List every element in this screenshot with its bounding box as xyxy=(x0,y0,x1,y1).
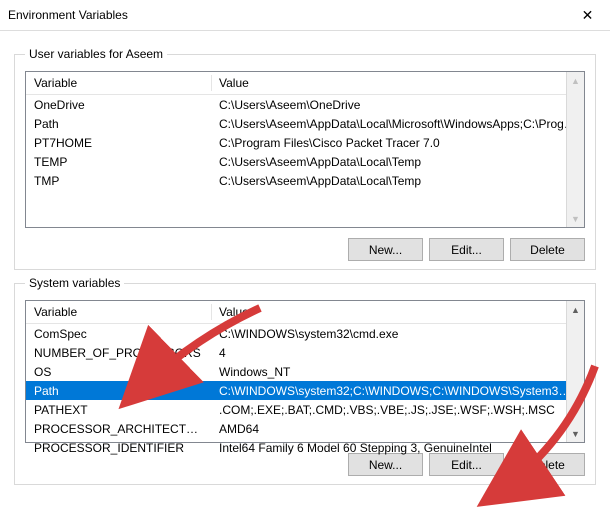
column-header-variable[interactable]: Variable xyxy=(26,72,211,95)
user-variables-listview[interactable]: Variable Value OneDriveC:\Users\Aseem\On… xyxy=(25,71,585,228)
scroll-down-icon: ▼ xyxy=(567,425,584,442)
table-row[interactable]: PATHEXT.COM;.EXE;.BAT;.CMD;.VBS;.VBE;.JS… xyxy=(26,400,584,419)
variable-value: Windows_NT xyxy=(211,362,584,381)
dialog-client: User variables for Aseem Variable Value … xyxy=(0,31,610,499)
table-row[interactable]: OSWindows_NT xyxy=(26,362,584,381)
table-header-row: Variable Value xyxy=(26,301,584,324)
close-button[interactable]: ✕ xyxy=(565,0,610,30)
variable-name: PT7HOME xyxy=(26,133,211,152)
user-edit-button[interactable]: Edit... xyxy=(429,238,504,261)
table-header-row: Variable Value xyxy=(26,72,584,95)
table-row[interactable]: TEMPC:\Users\Aseem\AppData\Local\Temp xyxy=(26,152,584,171)
variable-name: TMP xyxy=(26,171,211,190)
column-header-value[interactable]: Value xyxy=(211,72,584,95)
system-variables-listview[interactable]: Variable Value ComSpecC:\WINDOWS\system3… xyxy=(25,300,585,443)
variable-name: PROCESSOR_IDENTIFIER xyxy=(26,438,211,457)
variable-value: AMD64 xyxy=(211,419,584,438)
variable-name: OS xyxy=(26,362,211,381)
table-row[interactable]: PROCESSOR_IDENTIFIERIntel64 Family 6 Mod… xyxy=(26,438,584,457)
scrollbar[interactable]: ▲ ▼ xyxy=(566,301,584,442)
variable-name: ComSpec xyxy=(26,324,211,344)
user-variables-group: User variables for Aseem Variable Value … xyxy=(14,47,596,270)
variable-name: PATHEXT xyxy=(26,400,211,419)
variable-value: .COM;.EXE;.BAT;.CMD;.VBS;.VBE;.JS;.JSE;.… xyxy=(211,400,584,419)
column-header-variable[interactable]: Variable xyxy=(26,301,211,324)
table-row[interactable]: PT7HOMEC:\Program Files\Cisco Packet Tra… xyxy=(26,133,584,152)
variable-value: C:\WINDOWS\system32\cmd.exe xyxy=(211,324,584,344)
variable-value: C:\Users\Aseem\AppData\Local\Temp xyxy=(211,171,584,190)
user-variables-legend: User variables for Aseem xyxy=(25,47,167,61)
system-variables-group: System variables Variable Value ComSpecC… xyxy=(14,276,596,485)
table-row[interactable]: PathC:\WINDOWS\system32;C:\WINDOWS;C:\WI… xyxy=(26,381,584,400)
table-row[interactable]: NUMBER_OF_PROCESSORS4 xyxy=(26,343,584,362)
column-header-value[interactable]: Value xyxy=(211,301,584,324)
table-row[interactable]: OneDriveC:\Users\Aseem\OneDrive xyxy=(26,95,584,115)
scroll-down-icon: ▼ xyxy=(567,210,584,227)
variable-value: C:\Users\Aseem\AppData\Local\Microsoft\W… xyxy=(211,114,584,133)
scroll-up-icon: ▲ xyxy=(567,72,584,89)
table-row[interactable]: PathC:\Users\Aseem\AppData\Local\Microso… xyxy=(26,114,584,133)
window-title: Environment Variables xyxy=(8,8,565,22)
title-bar: Environment Variables ✕ xyxy=(0,0,610,31)
variable-value: C:\Users\Aseem\OneDrive xyxy=(211,95,584,115)
variable-value: 4 xyxy=(211,343,584,362)
user-buttons-row: New... Edit... Delete xyxy=(25,238,585,261)
variable-name: Path xyxy=(26,114,211,133)
table-row[interactable]: TMPC:\Users\Aseem\AppData\Local\Temp xyxy=(26,171,584,190)
table-row[interactable]: PROCESSOR_ARCHITECTUREAMD64 xyxy=(26,419,584,438)
variable-value: C:\Users\Aseem\AppData\Local\Temp xyxy=(211,152,584,171)
variable-value: C:\Program Files\Cisco Packet Tracer 7.0 xyxy=(211,133,584,152)
table-row[interactable]: ComSpecC:\WINDOWS\system32\cmd.exe xyxy=(26,324,584,344)
variable-name: PROCESSOR_ARCHITECTURE xyxy=(26,419,211,438)
system-variables-legend: System variables xyxy=(25,276,124,290)
scroll-up-icon: ▲ xyxy=(567,301,584,318)
scrollbar[interactable]: ▲ ▼ xyxy=(566,72,584,227)
variable-value: C:\WINDOWS\system32;C:\WINDOWS;C:\WINDOW… xyxy=(211,381,584,400)
variable-name: TEMP xyxy=(26,152,211,171)
variable-value: Intel64 Family 6 Model 60 Stepping 3, Ge… xyxy=(211,438,584,457)
user-delete-button[interactable]: Delete xyxy=(510,238,585,261)
variable-name: NUMBER_OF_PROCESSORS xyxy=(26,343,211,362)
variable-name: Path xyxy=(26,381,211,400)
close-icon: ✕ xyxy=(582,7,594,24)
user-variables-table: Variable Value OneDriveC:\Users\Aseem\On… xyxy=(26,72,584,190)
system-variables-table: Variable Value ComSpecC:\WINDOWS\system3… xyxy=(26,301,584,457)
user-new-button[interactable]: New... xyxy=(348,238,423,261)
variable-name: OneDrive xyxy=(26,95,211,115)
